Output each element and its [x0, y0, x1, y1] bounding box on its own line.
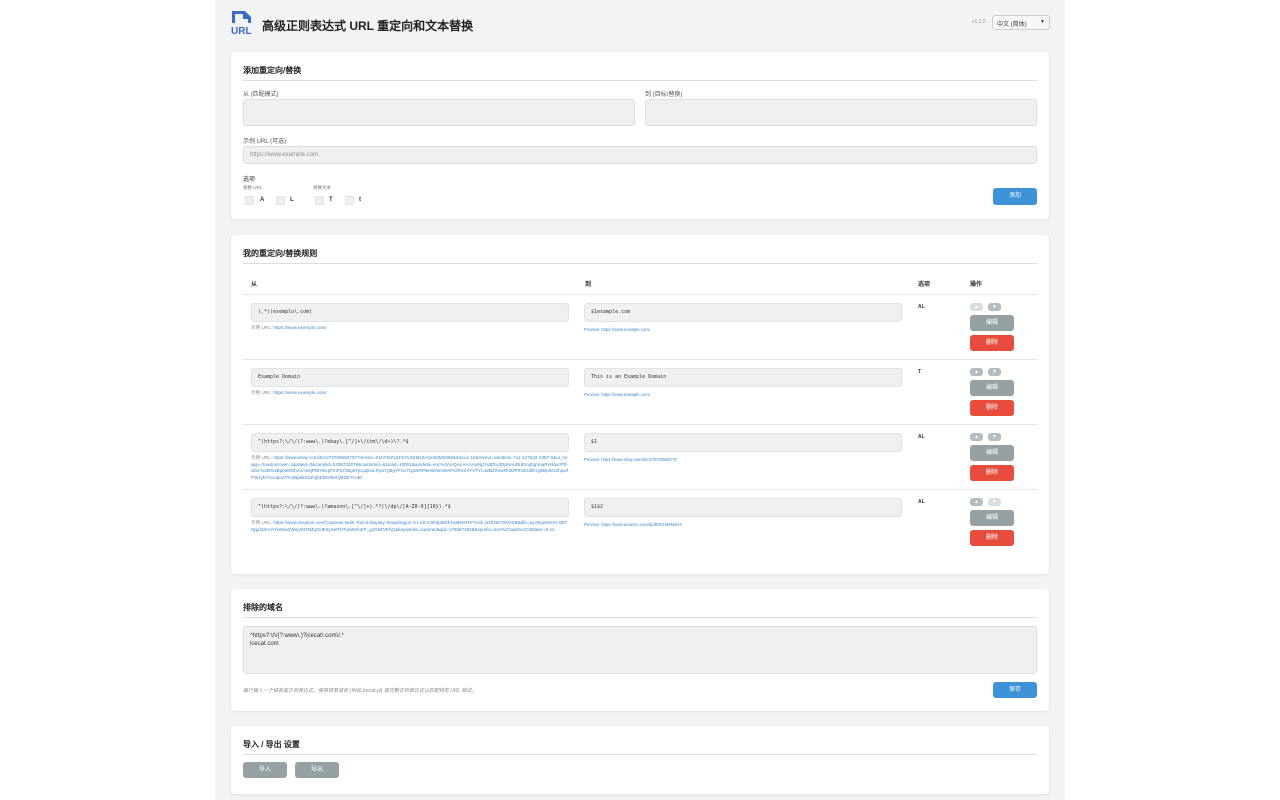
rule-preview: Preview: https://www.example.com/ [584, 392, 650, 397]
rule-from-pattern: Example Domain [251, 368, 569, 387]
divider [243, 263, 1037, 264]
move-down-button[interactable]: ▼ [988, 303, 1001, 311]
from-pattern-input[interactable] [243, 99, 635, 126]
move-down-button[interactable]: ▼ [988, 433, 1001, 441]
excluded-domains-card: 排除的域名 ^https?:\/\/(?:www\.)?icecat\.com\… [231, 589, 1049, 711]
example-url-input[interactable]: https://www.example.com [243, 146, 1037, 164]
rule-from-pattern: (.*)(exemplo\.com) [251, 303, 569, 322]
options-label: 选项 [243, 177, 256, 183]
checkbox-a-label: A [260, 197, 265, 203]
rule-preview: Preview: https://www.ebay.com/itm/276709… [584, 457, 678, 462]
delete-button[interactable]: 删除 [970, 465, 1014, 481]
app-title: 高级正则表达式 URL 重定向和文本替换 [262, 19, 474, 33]
rule-to-target: $1example.com [584, 303, 902, 322]
move-down-button[interactable]: ▼ [988, 368, 1001, 376]
excluded-domains-textarea[interactable]: ^https?:\/\/(?:www\.)?icecat\.com\/.* ic… [243, 626, 1037, 674]
move-up-button[interactable]: ▲ [970, 498, 983, 506]
checkbox-l-label: L [290, 197, 294, 203]
rule-example-url: 示例 URL: https://www.example.com/ [251, 390, 327, 395]
checkbox-t-label: t [359, 197, 361, 203]
excluded-domain-line: ^https?:\/\/(?:www\.)?icecat\.com\/.* [250, 633, 344, 639]
rule-from-pattern: ^(https?:\/\/(?:www\.)?amazon\.[^\/]+).*… [251, 498, 569, 517]
divider [243, 617, 1037, 618]
rule-options: T [918, 369, 922, 375]
app-header: URL 高级正则表达式 URL 重定向和文本替换 v1.2.0 中文 (简体) … [230, 10, 1050, 40]
save-button[interactable]: 保存 [993, 682, 1037, 698]
url-file-icon: URL [230, 10, 256, 37]
rule-options: AL [918, 499, 925, 505]
svg-text:URL: URL [231, 26, 252, 36]
import-export-card: 导入 / 导出 设置 导入 导出 [231, 726, 1049, 794]
table-row: ^(https?:\/\/(?:www\.)?ebay\.[^/]+\/itm\… [243, 424, 1037, 490]
to-label: 到 (目标/替换) [645, 92, 683, 98]
rule-options: AL [918, 304, 925, 310]
rules-card: 我的重定向/替换规则 从 到 选项 操作 (.*)(exemplo\.com) … [231, 235, 1049, 574]
add-button[interactable]: 添加 [993, 188, 1037, 205]
rule-preview: Preview: https://www.example.com/ [584, 327, 650, 332]
edit-button[interactable]: 编辑 [970, 380, 1014, 396]
edit-button[interactable]: 编辑 [970, 315, 1014, 331]
column-header-actions: 操作 [970, 282, 983, 288]
divider [243, 754, 1037, 755]
add-section-title: 添加重定向/替换 [243, 66, 302, 75]
table-row: (.*)(exemplo\.com) 示例 URL: https://www.e… [243, 294, 1037, 360]
edit-button[interactable]: 编辑 [970, 445, 1014, 461]
delete-button[interactable]: 删除 [970, 335, 1014, 351]
replace-url-label: 替换 URL [243, 185, 263, 190]
move-up-button[interactable]: ▲ [970, 433, 983, 441]
from-label: 从 (匹配模式) [243, 92, 279, 98]
rule-options: AL [918, 434, 925, 440]
excluded-domain-line: icecat.com [250, 641, 279, 647]
rule-preview: Preview: https://www.amazon.com/dp/B0F1M… [584, 522, 683, 527]
language-select[interactable]: 中文 (简体) ▼ [992, 15, 1050, 30]
table-row: ^(https?:\/\/(?:www\.)?amazon\.[^\/]+).*… [243, 489, 1037, 560]
checkbox-t[interactable] [345, 196, 354, 205]
move-up-button[interactable]: ▲ [970, 303, 983, 311]
rule-example-url: 示例 URL: https://www.amazon.com/Coporan-M… [251, 520, 568, 532]
export-button[interactable]: 导出 [295, 762, 339, 778]
rule-to-target: $1$2 [584, 498, 902, 517]
to-target-input[interactable] [645, 99, 1037, 126]
delete-button[interactable]: 删除 [970, 530, 1014, 546]
add-redirect-card: 添加重定向/替换 从 (匹配模式) 到 (目标/替换) 示例 URL (可选) … [231, 52, 1049, 219]
divider [243, 80, 1037, 81]
move-down-button[interactable]: ▼ [988, 498, 1001, 506]
version-label: v1.2.0 [972, 19, 986, 25]
checkbox-T-label: T [329, 197, 333, 203]
rule-to-target: This is an Example Domain [584, 368, 902, 387]
column-header-from: 从 [251, 282, 258, 288]
replace-text-label: 替换文本 [313, 185, 331, 190]
checkbox-a[interactable] [245, 196, 254, 205]
move-up-button[interactable]: ▲ [970, 368, 983, 376]
excluded-hint: 每行输入一个域名或正则表达式。使用简单域名 (例如 icecat.pl) 或完整… [243, 688, 477, 694]
edit-button[interactable]: 编辑 [970, 510, 1014, 526]
import-export-section-title: 导入 / 导出 设置 [243, 740, 300, 749]
table-row: Example Domain 示例 URL: https://www.examp… [243, 359, 1037, 425]
example-url-label: 示例 URL (可选) [243, 139, 287, 145]
rule-example-url: 示例 URL: https://www.exemplo.com/ [251, 325, 327, 330]
rule-to-target: $1 [584, 433, 902, 452]
delete-button[interactable]: 删除 [970, 400, 1014, 416]
excluded-section-title: 排除的域名 [243, 603, 283, 612]
rule-example-url: 示例 URL: https://www.ebay.com/itm/2767095… [251, 455, 568, 480]
chevron-down-icon: ▼ [1040, 19, 1045, 25]
column-header-to: 到 [585, 282, 592, 288]
rules-section-title: 我的重定向/替换规则 [243, 249, 318, 258]
checkbox-l[interactable] [276, 196, 285, 205]
import-button[interactable]: 导入 [243, 762, 287, 778]
rule-from-pattern: ^(https?:\/\/(?:www\.)?ebay\.[^/]+\/itm\… [251, 433, 569, 452]
column-header-options: 选项 [918, 282, 931, 288]
language-select-value: 中文 (简体) [997, 22, 1027, 28]
checkbox-T[interactable] [315, 196, 324, 205]
